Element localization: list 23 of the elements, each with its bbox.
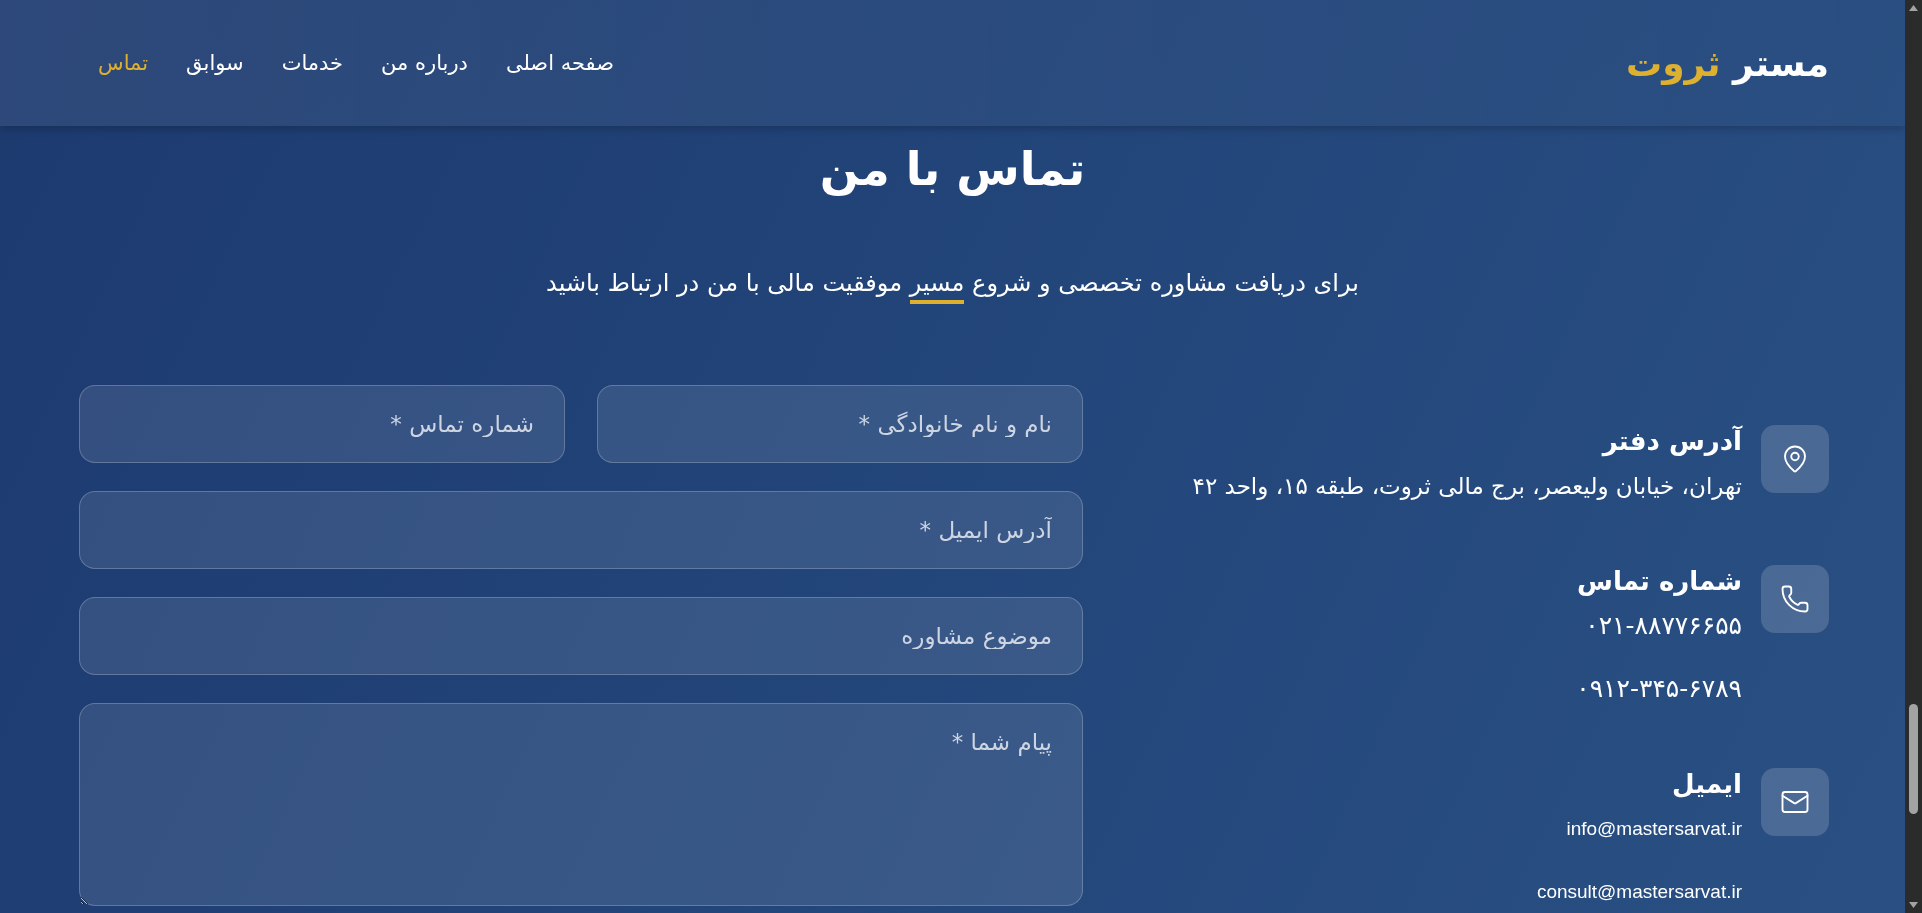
- contact-heading: آدرس دفتر: [1602, 425, 1742, 457]
- scrollbar-thumb[interactable]: [1909, 704, 1918, 814]
- nav-link[interactable]: تماس: [98, 51, 149, 75]
- address-text: تهران، خیابان ولیعصر، برج مالی ثروت، طبقه ۱۵، واحد ۴۲: [1192, 472, 1742, 501]
- page-title: تماس با من: [819, 141, 1086, 198]
- nav-link[interactable]: درباره من: [381, 51, 468, 75]
- nav-link[interactable]: سوابق: [186, 51, 244, 75]
- contact-heading: شماره تماس: [1577, 565, 1742, 597]
- scrollbar-track[interactable]: [1905, 0, 1922, 913]
- contact-heading: ایمیل: [1672, 768, 1742, 800]
- email-address: consult@mastersarvat.ir: [1536, 880, 1742, 904]
- map-pin-icon: [1761, 425, 1829, 493]
- envelope-icon: [1761, 768, 1829, 836]
- email-address: info@mastersarvat.ir: [1566, 817, 1742, 841]
- scroll-down-icon[interactable]: [1909, 902, 1918, 908]
- scroll-up-icon[interactable]: [1909, 5, 1918, 11]
- page-subtitle: برای دریافت مشاوره تخصصی و شروع مسیر موفقیت مالی با من در ارتباط باشید: [546, 265, 1359, 309]
- nav-link[interactable]: صفحه اصلی: [505, 51, 614, 75]
- phone-number: ۰۲۱-۸۸۷۷۶۶۵۵: [1585, 611, 1742, 641]
- nav-link[interactable]: خدمات: [281, 51, 344, 75]
- site-logo[interactable]: مستر ثروت: [1625, 42, 1829, 84]
- phone-icon: [1761, 565, 1829, 633]
- phone-number: ۰۹۱۲-۳۴۵-۶۷۸۹: [1576, 674, 1742, 704]
